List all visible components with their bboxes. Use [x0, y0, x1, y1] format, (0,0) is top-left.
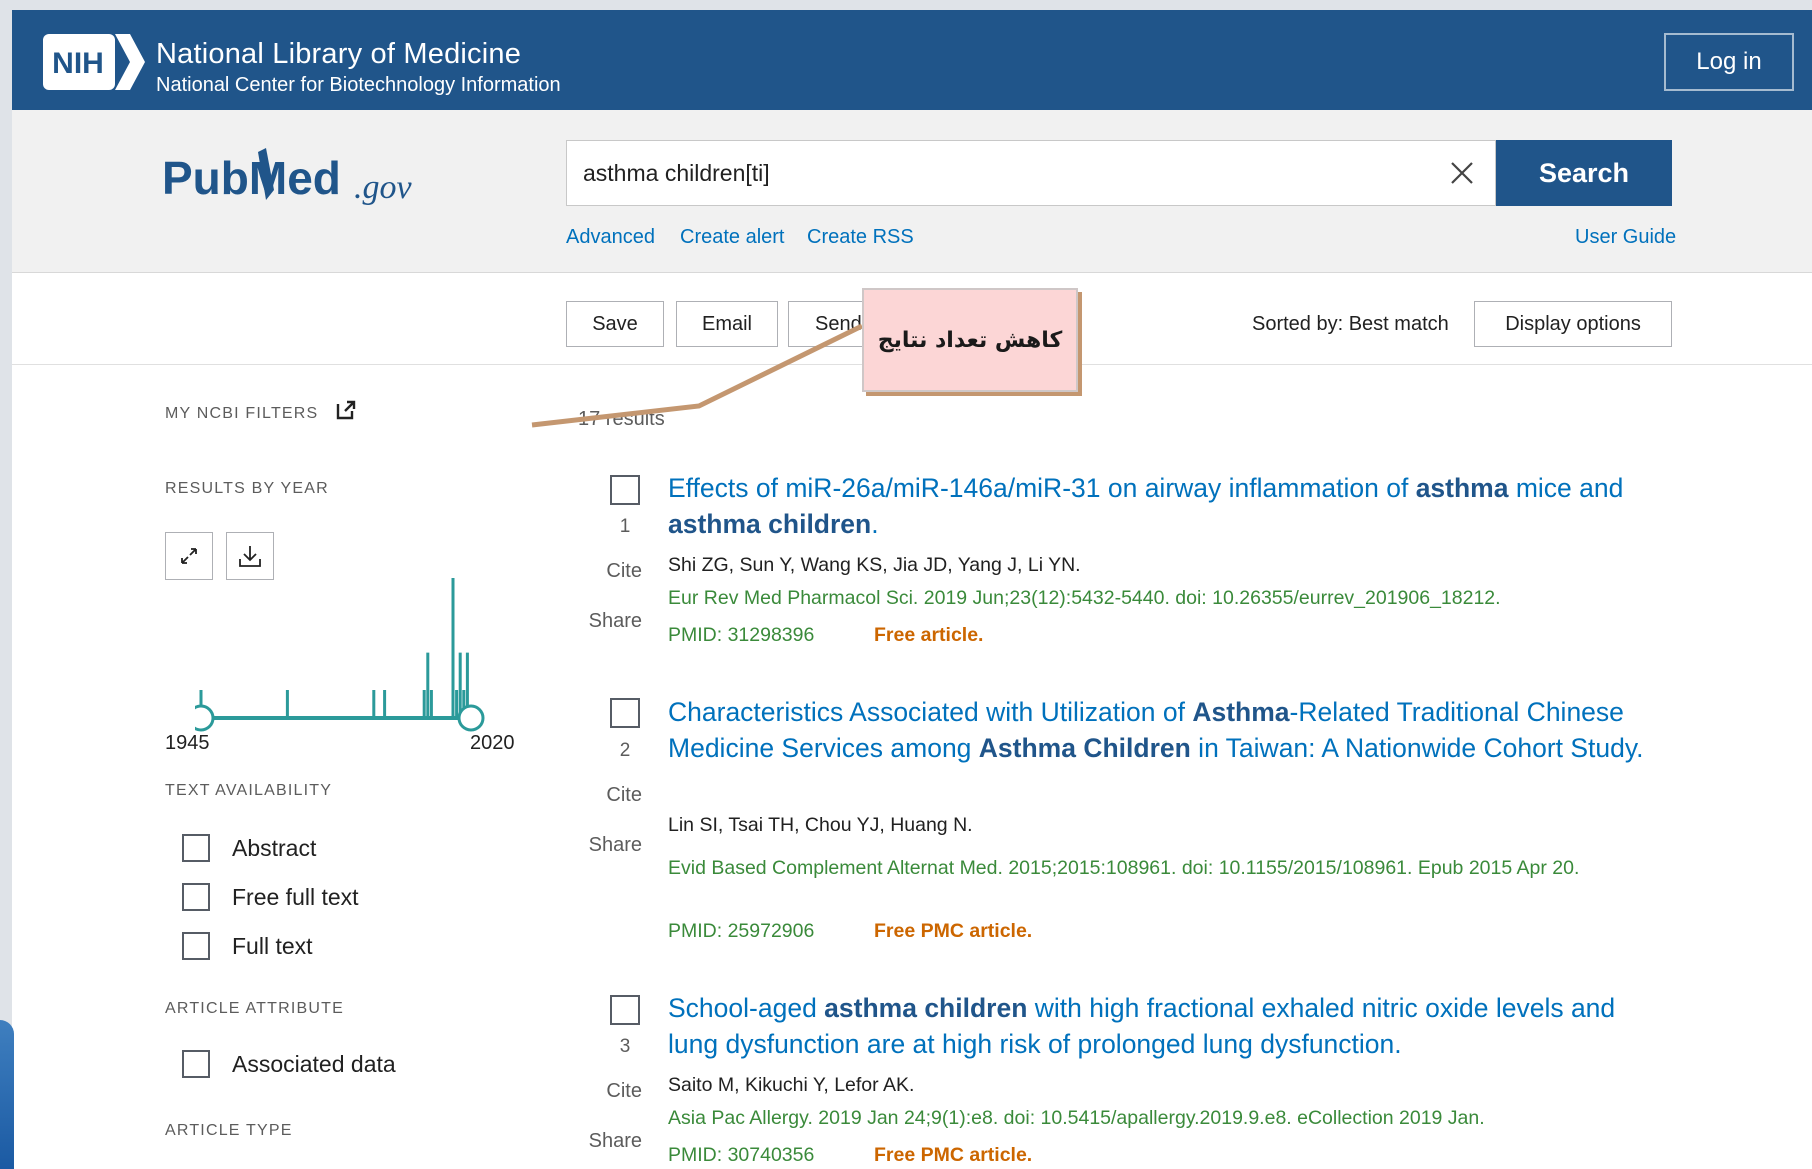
search-input[interactable]: [567, 141, 1427, 205]
results-by-year-heading: RESULTS BY YEAR: [165, 480, 329, 497]
free-article-label[interactable]: Free PMC article.: [874, 1144, 1032, 1167]
result-pmid: PMID: 31298396: [668, 624, 815, 646]
range-end-handle[interactable]: [457, 704, 485, 732]
results-by-year-histogram[interactable]: [195, 552, 495, 736]
share-button[interactable]: Share: [578, 1130, 642, 1153]
annotation-pointer-line: [531, 323, 864, 428]
checkbox[interactable]: [182, 883, 210, 911]
slide-decoration: [0, 1020, 14, 1169]
annotation-callout: کاهش تعداد نتایج: [862, 288, 1078, 392]
user-guide-link[interactable]: User Guide: [1575, 226, 1676, 249]
display-options-button[interactable]: Display options: [1474, 301, 1672, 347]
article-type-heading: ARTICLE TYPE: [165, 1122, 293, 1139]
cite-button[interactable]: Cite: [578, 560, 642, 583]
result-authors: Lin SI, Tsai TH, Chou YJ, Huang N.: [668, 814, 973, 836]
nih-logo-text: NIH: [52, 47, 104, 80]
external-link-icon[interactable]: [336, 400, 356, 420]
range-start-handle[interactable]: [195, 704, 215, 732]
result-title[interactable]: School-aged asthma children with high fr…: [668, 990, 1668, 1062]
login-button[interactable]: Log in: [1664, 33, 1794, 91]
article-attribute-heading: ARTICLE ATTRIBUTE: [165, 1000, 344, 1017]
create-alert-link[interactable]: Create alert: [680, 226, 785, 249]
text-availability-heading: TEXT AVAILABILITY: [165, 782, 333, 799]
filter-associated-data[interactable]: Associated data: [182, 1050, 396, 1078]
share-button[interactable]: Share: [578, 834, 642, 857]
result-checkbox[interactable]: [610, 698, 640, 728]
result-authors: Saito M, Kikuchi Y, Lefor AK.: [668, 1074, 915, 1096]
pubmed-logo-text: PubMed: [162, 152, 341, 204]
result-checkbox[interactable]: [610, 475, 640, 505]
result-journal: Eur Rev Med Pharmacol Sci. 2019 Jun;23(1…: [668, 587, 1501, 609]
nih-title[interactable]: National Library of Medicine: [156, 38, 521, 71]
my-ncbi-filters-label: MY NCBI FILTERS: [165, 405, 319, 422]
result-pmid: PMID: 30740356: [668, 1144, 815, 1166]
share-button[interactable]: Share: [578, 610, 642, 633]
my-ncbi-filters-heading[interactable]: MY NCBI FILTERS: [165, 400, 356, 423]
free-article-label[interactable]: Free PMC article.: [874, 920, 1032, 943]
browser-viewport: NIH National Library of Medicine Nationa…: [12, 10, 1812, 1169]
result-journal: Asia Pac Allergy. 2019 Jan 24;9(1):e8. d…: [668, 1107, 1485, 1129]
pubmed-logo[interactable]: PubMed .gov: [162, 140, 462, 218]
year-start-label: 1945: [165, 732, 210, 754]
checkbox[interactable]: [182, 1050, 210, 1078]
result-authors: Shi ZG, Sun Y, Wang KS, Jia JD, Yang J, …: [668, 554, 1081, 576]
filter-label: Free full text: [232, 883, 359, 910]
filter-label: Abstract: [232, 834, 317, 861]
year-end-label: 2020: [470, 732, 515, 754]
result-title[interactable]: Characteristics Associated with Utilizat…: [668, 694, 1668, 766]
sort-label[interactable]: Sorted by: Best match: [1252, 313, 1449, 336]
search-button[interactable]: Search: [1496, 140, 1672, 206]
filter-abstract[interactable]: Abstract: [182, 834, 316, 862]
filter-free-full-text[interactable]: Free full text: [182, 883, 359, 911]
filter-full-text[interactable]: Full text: [182, 932, 313, 960]
advanced-link[interactable]: Advanced: [566, 226, 655, 249]
result-number: 2: [619, 740, 631, 761]
result-number: 1: [619, 516, 631, 537]
result-number: 3: [619, 1036, 631, 1057]
pubmed-logo-suffix: .gov: [354, 169, 413, 206]
filter-label: Associated data: [232, 1050, 396, 1077]
result-journal: Evid Based Complement Alternat Med. 2015…: [668, 857, 1580, 879]
cite-button[interactable]: Cite: [578, 1080, 642, 1103]
nih-header: NIH National Library of Medicine Nationa…: [12, 10, 1812, 110]
free-article-label[interactable]: Free article.: [874, 624, 983, 647]
checkbox[interactable]: [182, 834, 210, 862]
nih-logo[interactable]: NIH: [42, 33, 146, 91]
search-header: PubMed .gov Search Advanced Create alert…: [12, 110, 1812, 273]
checkbox[interactable]: [182, 932, 210, 960]
nih-subtitle: National Center for Biotechnology Inform…: [156, 74, 561, 96]
result-pmid: PMID: 25972906: [668, 920, 815, 942]
clear-icon[interactable]: [1429, 141, 1495, 205]
cite-button[interactable]: Cite: [578, 784, 642, 807]
create-rss-link[interactable]: Create RSS: [807, 226, 914, 249]
filter-label: Full text: [232, 932, 313, 959]
search-box: [566, 140, 1496, 206]
result-checkbox[interactable]: [610, 995, 640, 1025]
result-title[interactable]: Effects of miR-26a/miR-146a/miR-31 on ai…: [668, 470, 1668, 542]
